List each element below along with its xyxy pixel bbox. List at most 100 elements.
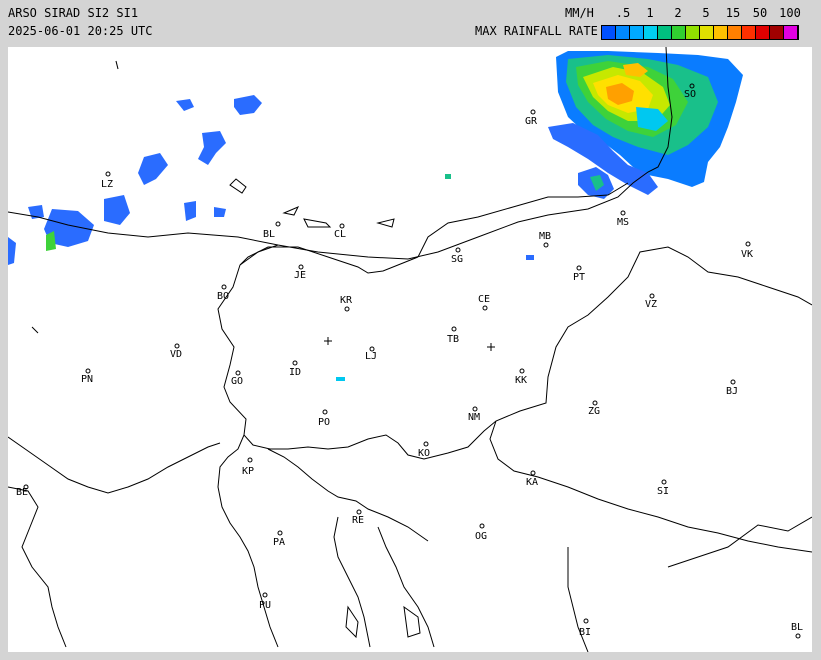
svg-text:PN: PN (81, 374, 93, 385)
svg-text:KP: KP (242, 466, 254, 477)
svg-text:BL: BL (791, 622, 803, 633)
radar-site-icon (487, 343, 495, 351)
city-KO: KO (418, 441, 430, 459)
city-BJ: BJ (726, 379, 738, 397)
city-BL2: BL (791, 622, 803, 639)
city-VZ: VZ (645, 293, 657, 310)
scale-swatch (616, 26, 630, 39)
city-OG: OG (475, 523, 487, 542)
city-RE: RE (352, 509, 364, 526)
city-KP: KP (242, 457, 254, 477)
scale-swatch (714, 26, 728, 39)
scale-swatch (700, 26, 714, 39)
legend-title: MAX RAINFALL RATE (475, 24, 598, 38)
scale-tick: 50 (752, 6, 768, 20)
svg-text:VK: VK (741, 249, 753, 260)
map-canvas: LZ BL CL GR SO MS MB VK JE SG PT BO KR C… (8, 47, 812, 652)
scale-swatch (728, 26, 742, 39)
svg-text:BJ: BJ (726, 386, 738, 397)
city-BE: BE (16, 484, 29, 498)
svg-text:SI: SI (657, 486, 669, 497)
scale-tick: 100 (779, 6, 801, 20)
timestamp: 2025-06-01 20:25 UTC (8, 24, 153, 38)
city-label: LZ (101, 179, 113, 190)
svg-text:BL: BL (263, 229, 275, 240)
precipitation-layer (8, 51, 743, 381)
svg-text:GO: GO (231, 376, 243, 387)
city-VD: VD (170, 343, 182, 360)
scale-tick: 1 (646, 6, 654, 20)
header-bar: ARSO SIRAD SI2 SI1 2025-06-01 20:25 UTC … (0, 0, 821, 46)
svg-text:VZ: VZ (645, 299, 657, 310)
svg-text:TB: TB (447, 334, 459, 345)
svg-text:PO: PO (318, 417, 330, 428)
svg-text:LJ: LJ (365, 351, 377, 362)
units-label: MM/H (565, 6, 594, 20)
scale-tick: 5 (702, 6, 710, 20)
svg-text:KO: KO (418, 448, 430, 459)
city-MB: MB (539, 231, 551, 248)
city-BL: BL (263, 221, 281, 240)
city-KK: KK (515, 368, 527, 386)
city-BO: BO (217, 284, 229, 302)
svg-text:NM: NM (468, 412, 480, 423)
scale-swatch (686, 26, 700, 39)
radar-site-icon (324, 337, 332, 345)
city-PN: PN (81, 368, 93, 385)
svg-text:SO: SO (684, 89, 696, 100)
svg-text:KR: KR (340, 295, 353, 306)
svg-text:GR: GR (525, 116, 538, 127)
city-ZG: ZG (588, 400, 600, 417)
scale-swatch (602, 26, 616, 39)
scale-swatch (784, 26, 798, 39)
city-PT: PT (573, 265, 585, 283)
city-NM: NM (468, 406, 480, 423)
city-MS: MS (617, 210, 629, 228)
scale-tick: 15 (725, 6, 741, 20)
rainfall-color-scale (601, 25, 799, 40)
city-CE: CE (478, 294, 490, 311)
scale-swatch (770, 26, 784, 39)
product-title: ARSO SIRAD SI2 SI1 (8, 6, 139, 20)
city-CL: CL (334, 223, 346, 240)
scale-swatch (630, 26, 644, 39)
svg-text:PT: PT (573, 272, 585, 283)
svg-text:RE: RE (352, 515, 364, 526)
city-ID: ID (289, 360, 301, 378)
svg-text:BO: BO (217, 291, 229, 302)
svg-text:KA: KA (526, 477, 538, 488)
city-GR: GR (525, 109, 538, 127)
scale-swatch (742, 26, 756, 39)
svg-text:ID: ID (289, 367, 301, 378)
svg-text:VD: VD (170, 349, 182, 360)
city-PO: PO (318, 409, 330, 428)
scale-tick: 2 (674, 6, 682, 20)
radar-map[interactable]: LZ BL CL GR SO MS MB VK JE SG PT BO KR C… (8, 47, 812, 652)
scale-swatch (644, 26, 658, 39)
svg-text:BE: BE (16, 487, 28, 498)
svg-text:CE: CE (478, 294, 490, 305)
svg-text:PA: PA (273, 537, 285, 548)
svg-text:SG: SG (451, 254, 463, 265)
scale-swatch (756, 26, 770, 39)
city-LJ: LJ (365, 346, 377, 362)
svg-text:CL: CL (334, 229, 346, 240)
svg-text:JE: JE (294, 270, 306, 281)
city-VK: VK (741, 241, 753, 260)
svg-text:BI: BI (579, 627, 591, 638)
city-GO: GO (231, 370, 243, 387)
svg-text:ZG: ZG (588, 406, 600, 417)
city-KA: KA (526, 470, 538, 488)
svg-text:KK: KK (515, 375, 527, 386)
city-KR: KR (340, 295, 353, 312)
city-LZ: LZ (101, 171, 113, 190)
city-BI: BI (579, 618, 591, 638)
scale-swatch (658, 26, 672, 39)
city-SI: SI (657, 479, 669, 497)
scale-swatch (672, 26, 686, 39)
scale-tick: .5 (615, 6, 631, 20)
city-PA: PA (273, 530, 285, 548)
svg-text:MB: MB (539, 231, 551, 242)
city-SG: SG (451, 247, 463, 265)
city-TB: TB (447, 326, 459, 345)
